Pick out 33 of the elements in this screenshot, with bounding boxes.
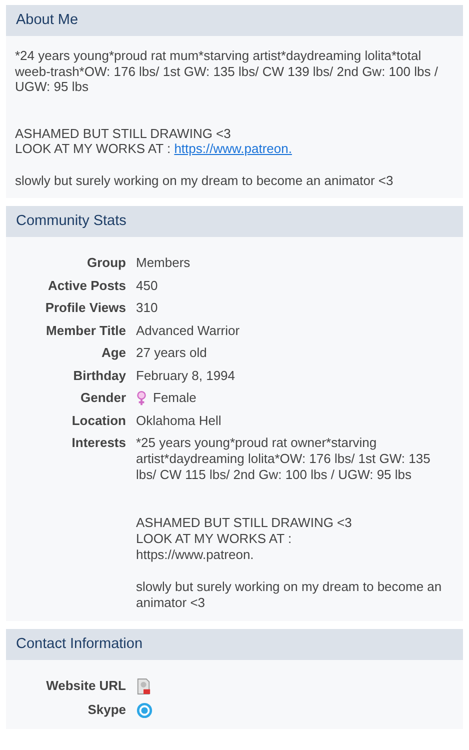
field-value: Members [136, 255, 190, 271]
field-value: slowly but surely working on my dream to become an animator <3 [136, 579, 443, 611]
section-header: Community Stats [6, 206, 463, 237]
field-value: Oklahoma Hell [136, 412, 222, 428]
field-value: ASHAMED BUT STILL DRAWING <3 LOOK AT MY WORKS AT : https://www.patreon. [136, 515, 353, 563]
document-icon [136, 678, 151, 695]
female-symbol-icon [136, 390, 147, 406]
round-logo-icon [136, 702, 153, 718]
field-label: Group [86, 255, 126, 271]
field-value: 450 [136, 278, 158, 294]
about-text: ASHAMED BUT STILL DRAWING <3 [15, 126, 231, 140]
field-label: Gender [79, 390, 126, 406]
field-label: Active Posts [46, 278, 126, 294]
about-text: LOOK AT MY WORKS AT : [15, 141, 171, 156]
section-header: Contact Information [6, 629, 463, 660]
about-text: slowly but surely working on my dream to become an animator <3 [15, 172, 394, 188]
field-label: Skype [86, 702, 126, 718]
field-label: Member Title [45, 322, 126, 338]
about-text: *24 years young*proud rat mum*starving artist*daydreaming lolita*total weeb-trash*OW: 176 lbs/ 1st GW: 135 lbs/ CW 139 lbs/ 2nd Gw: 100 lbs / UGW: 95 lbs [15, 48, 438, 94]
field-value: 310 [136, 300, 158, 316]
field-value: Advanced Warrior [136, 322, 240, 338]
field-label: Birthday [72, 368, 126, 384]
field-label: Website URL [45, 678, 126, 695]
field-value: Female [153, 390, 196, 406]
field-value: February 8, 1994 [136, 368, 236, 384]
field-label: Location [70, 412, 126, 428]
website-link[interactable]: https://www.patreon. [174, 141, 292, 156]
field-label: Profile Views [44, 300, 126, 316]
section-header: About Me [6, 5, 463, 36]
field-label: Interests [70, 435, 126, 452]
field-value: *25 years young*proud rat owner*starving artist*daydreaming lolita*OW: 176 lbs/ 1st GW: 135 lbs/ CW 115 lbs/ 2nd Gw: 100 lbs / UGW: 95 lbs [136, 435, 432, 483]
field-label: Age [100, 345, 126, 361]
field-value: 27 years old [136, 345, 207, 361]
